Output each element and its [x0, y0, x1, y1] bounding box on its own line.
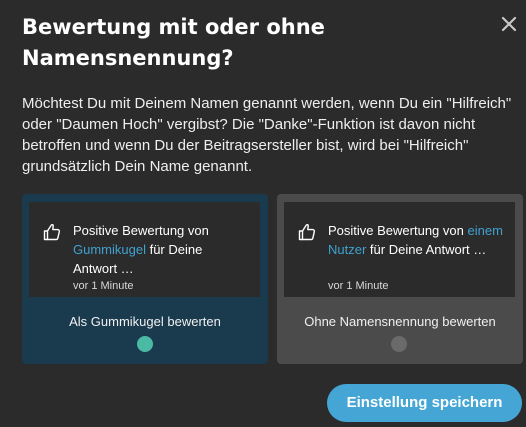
close-button[interactable]: [496, 12, 522, 38]
rating-dialog: Bewertung mit oder ohne Namensnennung? M…: [0, 0, 526, 427]
dialog-title: Bewertung mit oder ohne Namensnennung?: [22, 15, 325, 70]
notification-prefix: Positive Bewertung von: [328, 223, 464, 238]
option-label: Ohne Namensnennung bewerten: [304, 314, 496, 329]
notification-user-name: Gummikugel: [73, 242, 146, 257]
save-settings-button[interactable]: Einstellung speichern: [327, 384, 522, 422]
notification-text: Positive Bewertung von einem Nutzer für …: [328, 221, 504, 259]
notification-text: Positive Bewertung von Gummikugel für De…: [73, 221, 249, 278]
notification-time: vor 1 Minute: [73, 280, 134, 292]
notification-prefix: Positive Bewertung von: [73, 223, 209, 238]
option-label: Als Gummikugel bewerten: [69, 314, 221, 329]
option-anonymous[interactable]: Positive Bewertung von einem Nutzer für …: [277, 194, 523, 364]
close-icon[interactable]: [496, 12, 522, 38]
option-with-name[interactable]: Positive Bewertung von Gummikugel für De…: [22, 194, 268, 364]
thumbs-up-icon: [298, 223, 316, 241]
notification-suffix: für Deine Antwort …: [369, 242, 487, 257]
thumbs-up-icon: [43, 223, 61, 241]
radio-unselected[interactable]: [391, 336, 407, 352]
notification-preview: Positive Bewertung von Gummikugel für De…: [29, 202, 260, 297]
dialog-description: Möchtest Du mit Deinem Namen genannt wer…: [22, 95, 512, 175]
notification-preview: Positive Bewertung von einem Nutzer für …: [284, 202, 515, 297]
radio-selected[interactable]: [137, 336, 153, 352]
notification-time: vor 1 Minute: [328, 280, 389, 292]
